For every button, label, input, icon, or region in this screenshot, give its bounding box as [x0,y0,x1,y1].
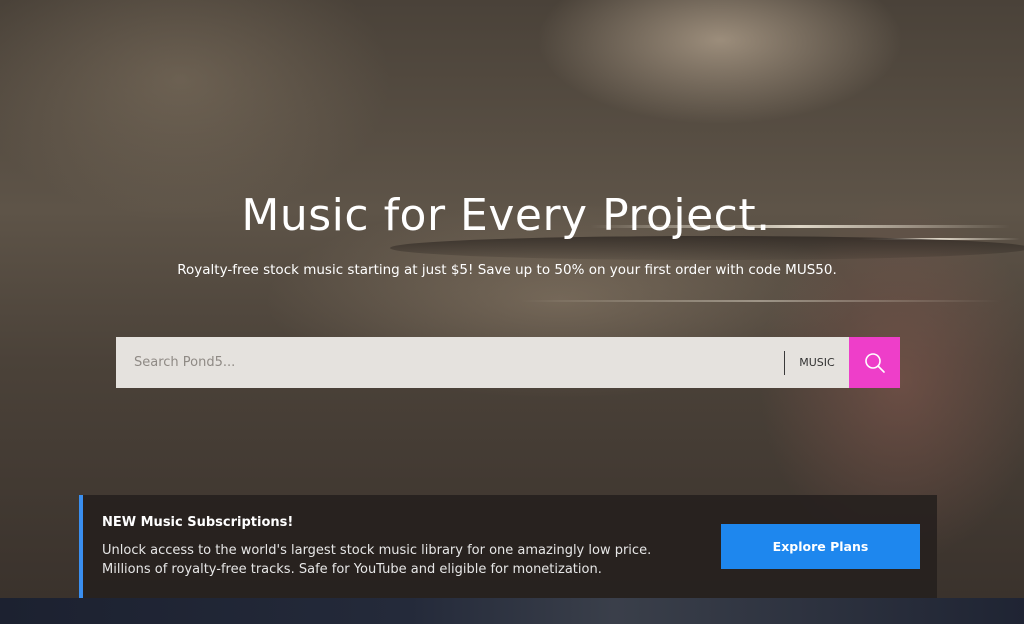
search-bar: MUSIC [116,337,900,388]
page-title: Music for Every Project. [241,190,771,241]
banner-description: Millions of royalty-free tracks. Safe fo… [102,562,602,577]
search-button[interactable] [849,337,900,388]
hero-background: Music for Every Project. Royalty-free st… [0,0,1024,600]
light-streak [520,300,1000,302]
search-icon [864,352,885,373]
next-section-strip [0,598,1024,624]
banner-description: Unlock access to the world's largest sto… [102,543,652,558]
search-input[interactable] [116,337,784,388]
subscription-banner: NEW Music Subscriptions! Unlock access t… [79,495,937,598]
banner-title: NEW Music Subscriptions! [102,515,294,530]
promo-subtitle: Royalty-free stock music starting at jus… [177,262,837,278]
explore-plans-button[interactable]: Explore Plans [721,524,920,569]
category-select[interactable]: MUSIC [785,337,849,388]
